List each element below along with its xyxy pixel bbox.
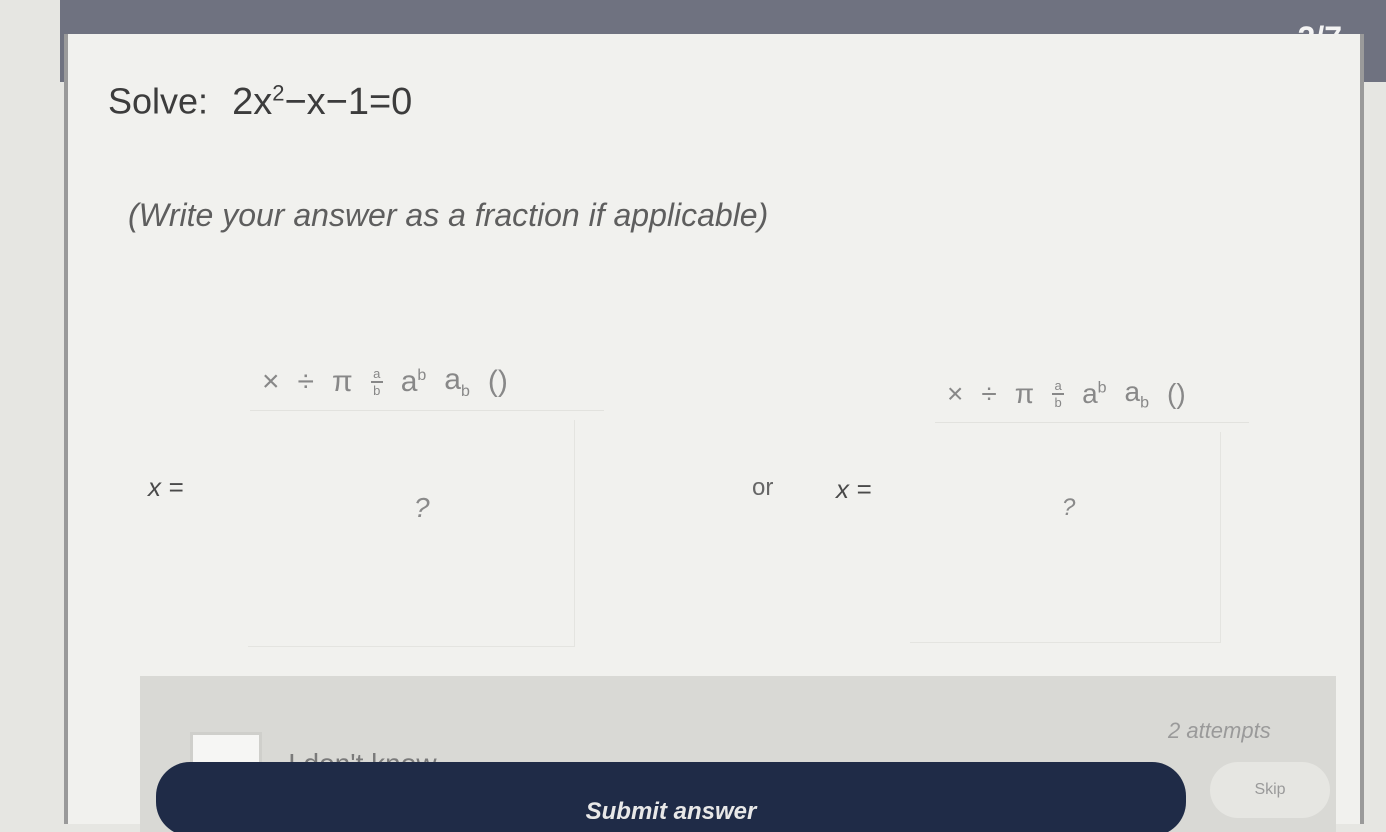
- multiply-icon[interactable]: ×: [947, 378, 963, 410]
- subscript-icon[interactable]: ab: [444, 363, 470, 401]
- pi-icon[interactable]: π: [1015, 378, 1034, 410]
- multiply-icon[interactable]: ×: [262, 365, 280, 399]
- fraction-bottom: b: [373, 383, 381, 398]
- answer-2-label: x =: [836, 474, 872, 504]
- equation-exponent: 2: [272, 80, 285, 105]
- fraction-icon[interactable]: a b: [1052, 378, 1065, 410]
- power-icon[interactable]: ab: [401, 365, 427, 399]
- subscript-index: b: [460, 383, 470, 400]
- power-base: a: [1082, 378, 1098, 409]
- divide-icon[interactable]: ÷: [981, 378, 996, 410]
- question-prefix: Solve:: [108, 80, 209, 122]
- attempts-count: 2 attempts: [1168, 718, 1271, 743]
- submit-answer-button[interactable]: Submit answer: [156, 762, 1186, 832]
- math-toolbar-1: × ÷ π a b ab ab (): [250, 354, 604, 411]
- math-toolbar-2: × ÷ π a b ab ab (): [935, 366, 1249, 423]
- subscript-base: a: [444, 363, 461, 396]
- answer-2-placeholder: ?: [1062, 494, 1076, 521]
- subscript-index: b: [1140, 394, 1150, 412]
- fraction-top: a: [1054, 378, 1062, 393]
- answer-1-placeholder: ?: [414, 492, 430, 523]
- answer-1-input[interactable]: ?: [248, 420, 575, 647]
- parentheses-icon[interactable]: (): [1167, 378, 1186, 410]
- divide-icon[interactable]: ÷: [298, 365, 314, 399]
- power-exponent: b: [1097, 379, 1107, 397]
- power-exponent: b: [417, 367, 427, 384]
- subscript-base: a: [1124, 375, 1141, 407]
- power-icon[interactable]: ab: [1082, 378, 1106, 410]
- fraction-bottom: b: [1054, 395, 1062, 410]
- answer-2-input[interactable]: ?: [910, 432, 1221, 643]
- skip-button[interactable]: Skip: [1210, 762, 1330, 818]
- screen: 2/7 Solve: 2x2−x−1=0 (Write your answer …: [0, 0, 1386, 832]
- equation: 2x2−x−1=0: [232, 80, 413, 123]
- fraction-top: a: [373, 366, 381, 381]
- fraction-icon[interactable]: a b: [370, 366, 383, 398]
- equation-base: 2x: [232, 80, 273, 123]
- or-separator: or: [752, 474, 774, 501]
- subscript-icon[interactable]: ab: [1125, 376, 1149, 413]
- power-base: a: [400, 365, 418, 398]
- pi-icon[interactable]: π: [332, 365, 353, 399]
- equation-rest: −x−1=0: [284, 80, 413, 123]
- instruction-text: (Write your answer as a fraction if appl…: [128, 197, 769, 233]
- parentheses-icon[interactable]: (): [488, 365, 508, 399]
- answer-1-label: x =: [148, 472, 184, 502]
- question-text: Solve: 2x2−x−1=0: [108, 80, 412, 124]
